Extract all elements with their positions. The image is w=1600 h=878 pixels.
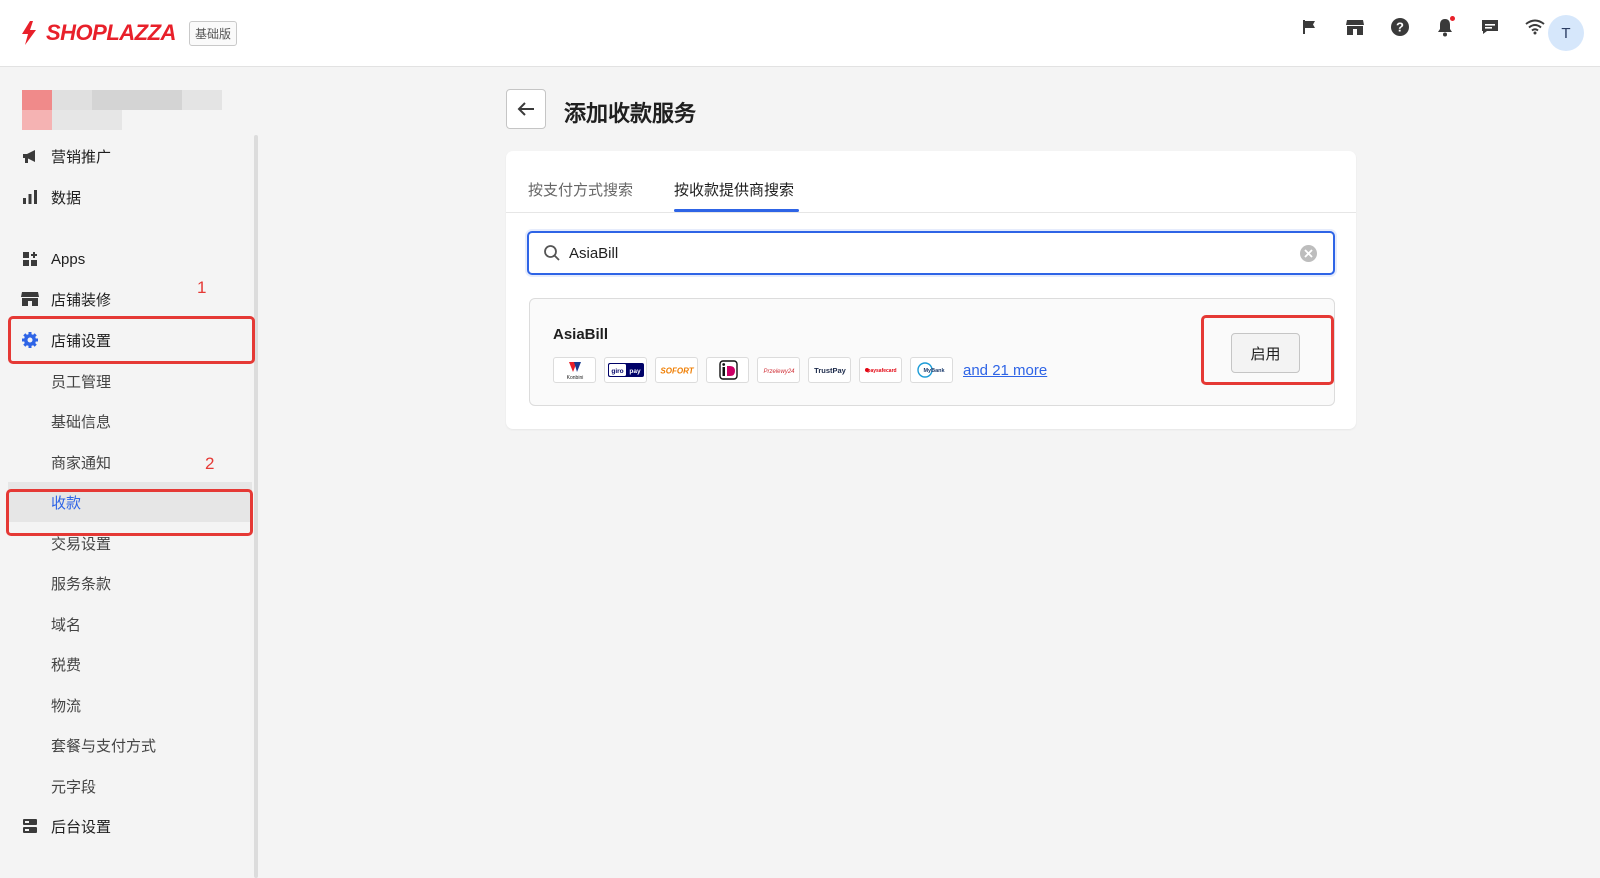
przelewy24-logo: Przelewy24	[757, 357, 800, 383]
sidebar-item-checkout[interactable]: 交易设置	[8, 523, 252, 563]
search-tabs: 按支付方式搜索 按收款提供商搜索	[506, 151, 1356, 213]
sidebar-item-plan-billing[interactable]: 套餐与支付方式	[8, 725, 252, 765]
shoplazza-logo[interactable]: SHOPLAZZA 基础版	[18, 20, 237, 46]
trustpay-logo: TrustPay	[808, 357, 851, 383]
plan-badge: 基础版	[188, 20, 237, 46]
ideal-logo	[706, 357, 749, 383]
sidebar-item-admin-settings[interactable]: 后台设置	[8, 806, 252, 846]
sofort-logo: SOFORT	[655, 357, 698, 383]
sidebar-item-label: 服务条款	[51, 575, 112, 593]
sidebar: 营销推广 数据 Apps 店铺装修 店铺设置 员工管理 基础信息 商家通知 收款	[0, 68, 258, 878]
sidebar-item-label: 数据	[51, 189, 82, 207]
sidebar-item-label: 套餐与支付方式	[51, 737, 157, 755]
search-input[interactable]	[569, 244, 1289, 262]
more-methods-link[interactable]: and 21 more	[963, 362, 1047, 379]
paysafecard-logo: paysafecard	[859, 357, 902, 383]
svg-text:Przelewy24: Przelewy24	[763, 369, 795, 375]
svg-text:MyBank: MyBank	[923, 368, 945, 374]
notification-dot	[1450, 16, 1455, 21]
mybank-logo: MyBank	[910, 357, 953, 383]
user-avatar[interactable]: T	[1548, 15, 1584, 51]
sidebar-scrollbar[interactable]	[254, 135, 258, 878]
svg-text:paysafecard: paysafecard	[867, 368, 896, 374]
sidebar-item-label: 税费	[51, 656, 82, 674]
svg-text:giro: giro	[611, 368, 623, 375]
sidebar-item-label: 店铺设置	[51, 332, 112, 350]
svg-text:?: ?	[1396, 20, 1404, 35]
gear-icon	[21, 331, 39, 349]
server-icon	[21, 817, 39, 835]
sidebar-item-data[interactable]: 数据	[8, 177, 252, 217]
tab-by-payment-method[interactable]: 按支付方式搜索	[528, 179, 633, 200]
add-payment-card: 按支付方式搜索 按收款提供商搜索 AsiaBill Konbini giropa…	[506, 151, 1356, 429]
annotation-step-2: 2	[205, 454, 215, 473]
sidebar-item-domains[interactable]: 域名	[8, 604, 252, 644]
apps-icon	[21, 250, 39, 268]
sidebar-item-shipping[interactable]: 物流	[8, 685, 252, 725]
sidebar-item-label: 商家通知	[51, 454, 112, 472]
back-button[interactable]	[506, 89, 546, 129]
sidebar-item-label: 收款	[51, 494, 82, 512]
arrow-left-icon	[517, 102, 534, 116]
store-name-blurred	[10, 90, 228, 130]
flag-icon[interactable]	[1298, 15, 1322, 39]
konbini-text: Konbini	[566, 375, 583, 381]
active-tab-indicator	[674, 209, 799, 212]
help-icon[interactable]: ?	[1388, 15, 1412, 39]
annotation-step-1: 1	[197, 278, 207, 297]
sidebar-item-label: 交易设置	[51, 535, 112, 553]
page-title: 添加收款服务	[564, 101, 697, 126]
sidebar-item-marketing[interactable]: 营销推广	[8, 136, 252, 176]
sidebar-item-notifications[interactable]: 商家通知	[8, 442, 252, 482]
search-icon	[544, 245, 560, 261]
sidebar-item-store-settings[interactable]: 店铺设置	[8, 320, 252, 360]
sidebar-item-label: 营销推广	[51, 148, 112, 166]
payment-method-logos: Konbini giro pay SOFORT Przelewy24 TrustP…	[553, 357, 1047, 383]
bell-icon[interactable]	[1433, 15, 1457, 39]
enable-button[interactable]: 启用	[1231, 333, 1300, 373]
sidebar-item-label: 后台设置	[51, 818, 112, 836]
wifi-icon[interactable]	[1523, 15, 1547, 39]
svg-text:pay: pay	[629, 368, 641, 375]
svg-text:SOFORT: SOFORT	[660, 367, 694, 376]
top-bar: SHOPLAZZA 基础版 ? T	[0, 0, 1600, 67]
sidebar-item-label: 基础信息	[51, 413, 112, 431]
sidebar-item-taxes[interactable]: 税费	[8, 644, 252, 684]
sidebar-item-basic-info[interactable]: 基础信息	[8, 401, 252, 441]
sidebar-item-payments[interactable]: 收款	[8, 482, 252, 522]
sidebar-item-terms[interactable]: 服务条款	[8, 563, 252, 603]
store-icon	[21, 290, 39, 308]
sidebar-item-label: Apps	[51, 250, 86, 268]
brand-name: SHOPLAZZA	[46, 20, 176, 45]
sidebar-item-label: 员工管理	[51, 373, 112, 391]
sidebar-item-label: 元字段	[51, 778, 97, 796]
search-field[interactable]	[527, 231, 1335, 275]
provider-name: AsiaBill	[553, 326, 609, 343]
sidebar-item-apps[interactable]: Apps	[8, 239, 252, 279]
logo-mark-icon	[18, 20, 40, 46]
clear-search-icon[interactable]	[1300, 245, 1317, 262]
store-icon[interactable]	[1343, 15, 1367, 39]
svg-text:TrustPay: TrustPay	[814, 366, 847, 375]
sidebar-item-label: 域名	[51, 616, 82, 634]
chat-icon[interactable]	[1478, 15, 1502, 39]
bar-chart-icon	[21, 188, 39, 206]
tab-by-provider[interactable]: 按收款提供商搜索	[674, 179, 794, 200]
giropay-logo: giro pay	[604, 357, 647, 383]
konbini-logo: Konbini	[553, 357, 596, 383]
sidebar-item-store-design[interactable]: 店铺装修	[8, 279, 252, 319]
sidebar-item-label: 店铺装修	[51, 291, 112, 309]
sidebar-item-metafields[interactable]: 元字段	[8, 766, 252, 806]
provider-result: AsiaBill Konbini giro pay SOFORT Przelewy…	[529, 298, 1335, 406]
sidebar-item-label: 物流	[51, 697, 82, 715]
sidebar-item-staff[interactable]: 员工管理	[8, 361, 252, 401]
header-icon-group: ?	[1277, 15, 1547, 39]
megaphone-icon	[21, 147, 39, 165]
